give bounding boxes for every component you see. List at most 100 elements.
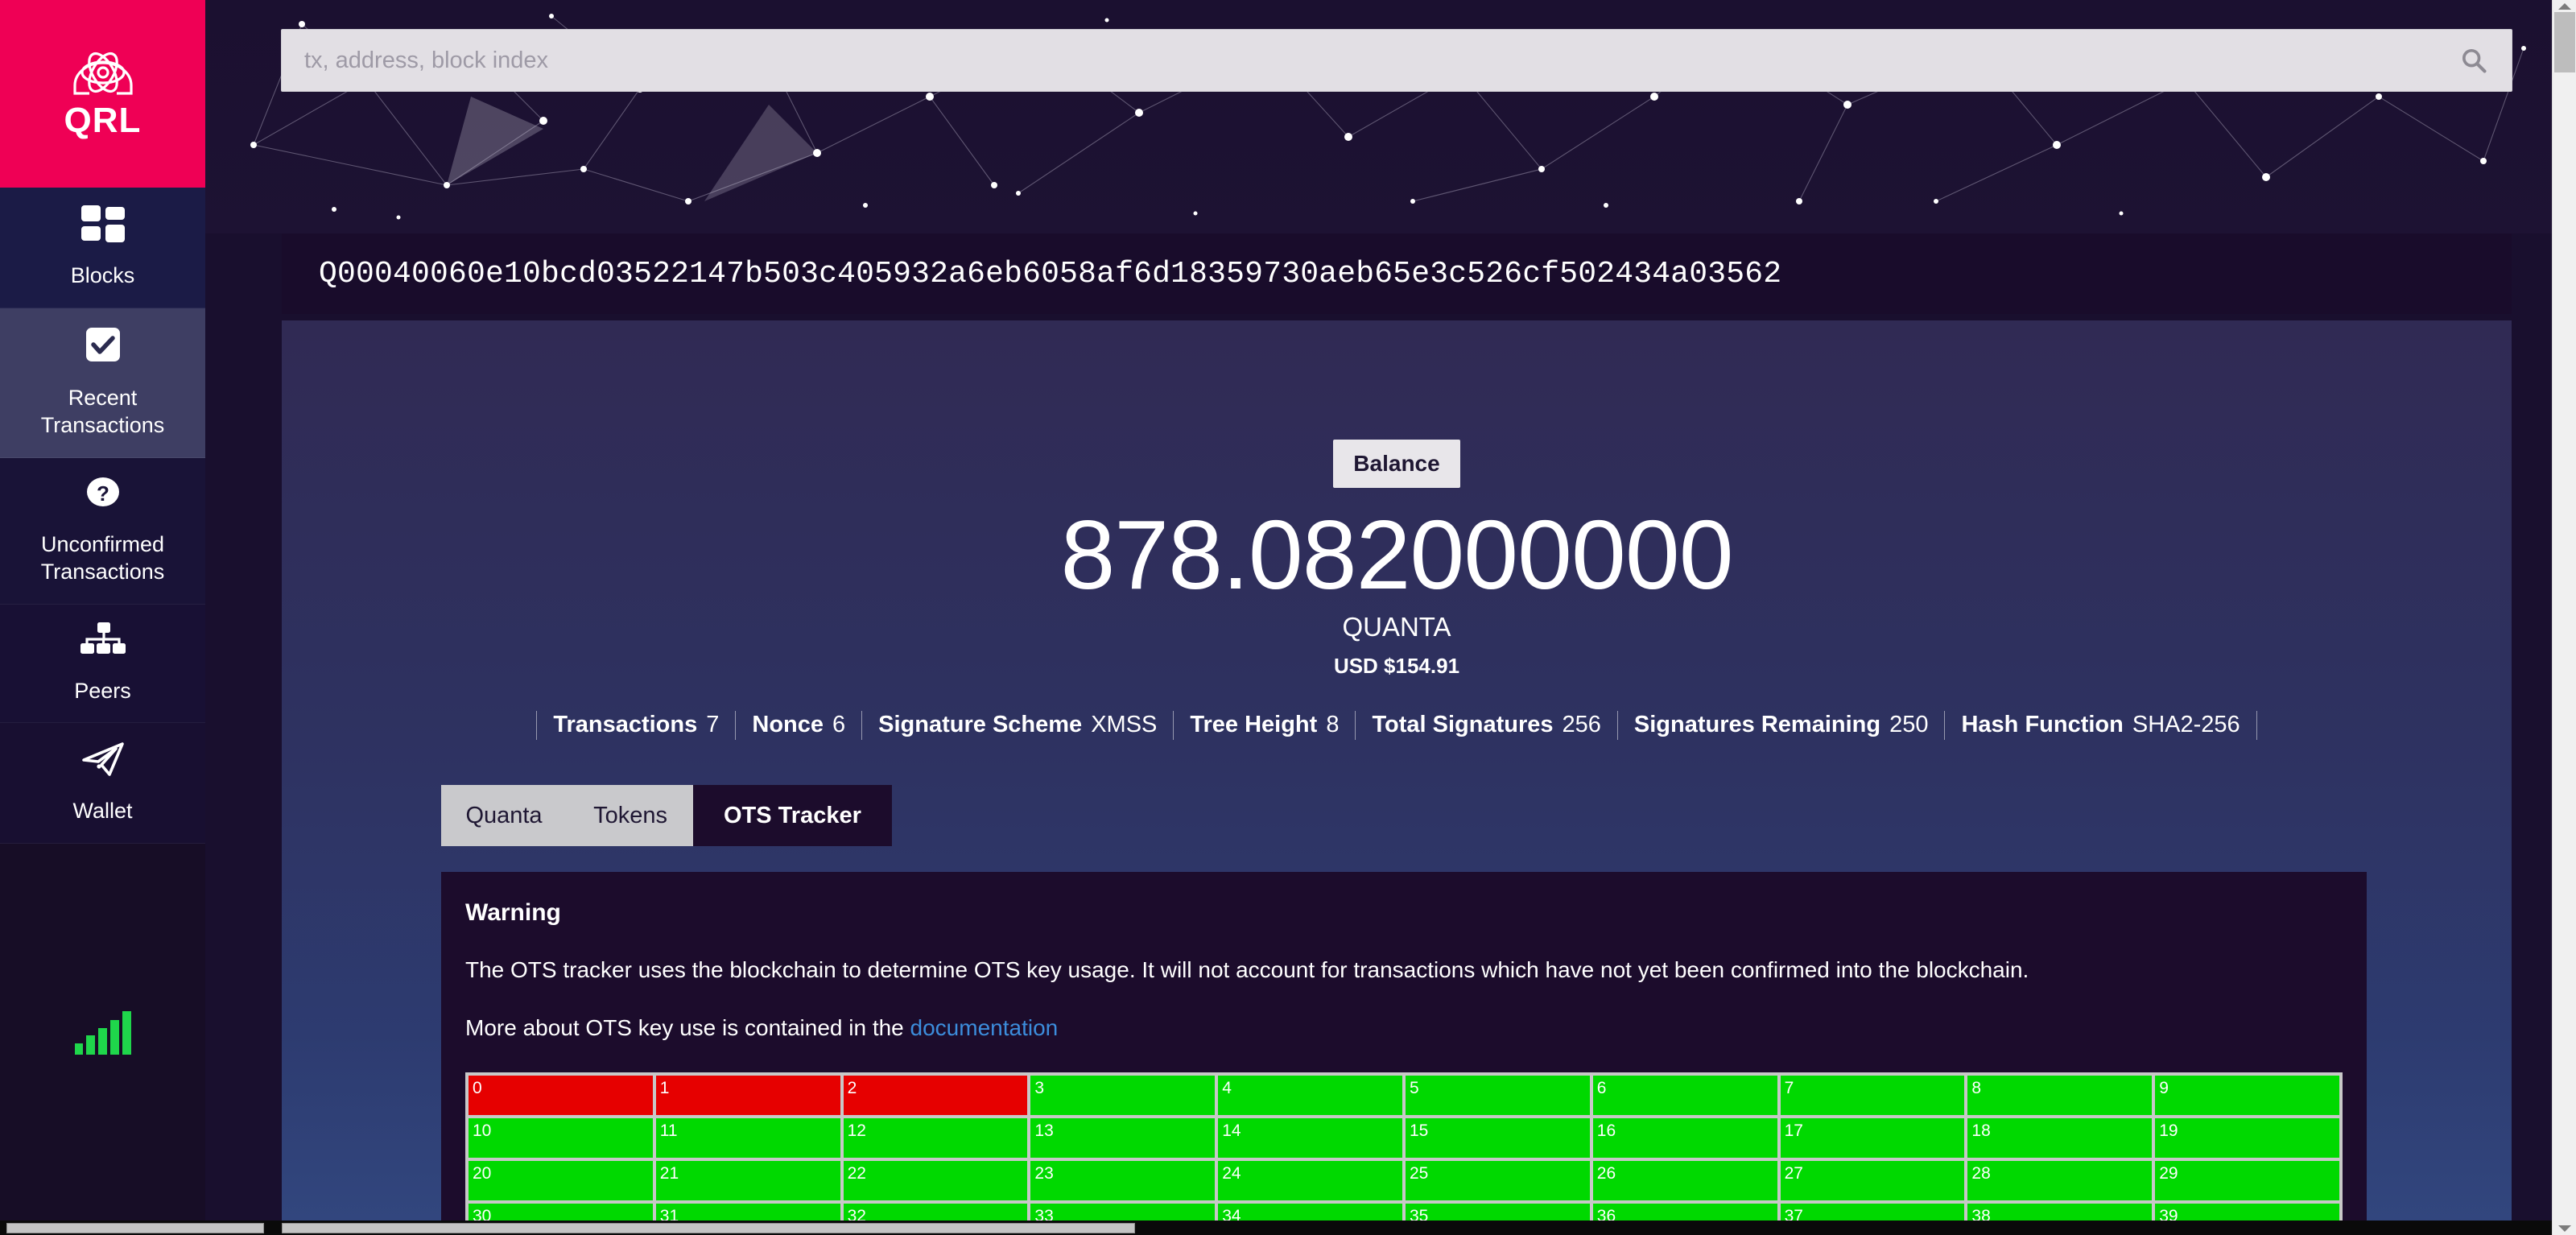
ots-key-cell[interactable]: 22: [843, 1160, 1028, 1200]
ots-key-cell[interactable]: 0: [469, 1075, 653, 1115]
horizontal-scrollbar-thumb-main[interactable]: [282, 1223, 1135, 1233]
ots-key-cell[interactable]: 11: [655, 1117, 840, 1158]
stat-value: XMSS: [1091, 712, 1158, 738]
page-root: QRL Blocks Recent Transactions ? Unconfi…: [0, 0, 2576, 1235]
sidebar-item-wallet[interactable]: Wallet: [0, 723, 205, 844]
stat-label: Tree Height: [1190, 712, 1318, 738]
ots-key-cell[interactable]: 2: [843, 1075, 1028, 1115]
sidebar-item-label: Recent Transactions: [40, 385, 165, 438]
stat-value: 8: [1326, 712, 1340, 738]
sidebar-item-blocks[interactable]: Blocks: [0, 188, 205, 308]
ots-key-cell[interactable]: 27: [1780, 1160, 1965, 1200]
ots-key-cell[interactable]: 25: [1406, 1160, 1590, 1200]
qrl-atom-logo-icon: [72, 52, 133, 95]
stat-value: 250: [1889, 712, 1929, 738]
ots-key-cell[interactable]: 16: [1592, 1117, 1777, 1158]
network-nodes-icon: [80, 622, 126, 663]
ots-key-cell[interactable]: 23: [1030, 1160, 1216, 1200]
balance-badge: Balance: [1333, 440, 1460, 488]
ots-key-cell[interactable]: 9: [2155, 1075, 2339, 1115]
ots-key-cell[interactable]: 24: [1218, 1160, 1402, 1200]
stat-label: Transactions: [553, 712, 698, 738]
ots-key-cell[interactable]: 14: [1218, 1117, 1402, 1158]
stat-label: Signatures Remaining: [1633, 712, 1881, 738]
ots-key-cell[interactable]: 17: [1780, 1117, 1965, 1158]
vertical-scrollbar[interactable]: [2552, 0, 2576, 1235]
ots-key-cell[interactable]: 3: [1030, 1075, 1216, 1115]
stat-label: Total Signatures: [1372, 712, 1554, 738]
documentation-link[interactable]: documentation: [910, 1015, 1059, 1040]
brand-logo[interactable]: QRL: [0, 0, 205, 188]
stat-divider: [2256, 710, 2257, 740]
wallet-address[interactable]: Q00040060e10bcd03522147b503c405932a6eb60…: [319, 257, 1781, 291]
tab-quanta[interactable]: Quanta: [441, 785, 567, 846]
balance-amount: 878.082000000: [1060, 500, 1733, 609]
ots-key-cell[interactable]: 1: [655, 1075, 840, 1115]
stat-value: 256: [1562, 712, 1601, 738]
ots-key-cell[interactable]: 19: [2155, 1117, 2339, 1158]
stat-item: Nonce 6: [736, 712, 861, 738]
ots-key-cell[interactable]: 13: [1030, 1117, 1216, 1158]
tab-tokens[interactable]: Tokens: [568, 785, 693, 846]
address-header: Q00040060e10bcd03522147b503c405932a6eb60…: [282, 233, 2512, 314]
horizontal-scrollbar-thumb-sidebar[interactable]: [6, 1223, 264, 1233]
search-icon[interactable]: [2460, 47, 2487, 74]
documentation-prefix: More about OTS key use is contained in t…: [465, 1015, 910, 1041]
stat-value: 7: [706, 712, 720, 738]
stat-label: Signature Scheme: [878, 712, 1083, 738]
question-circle-icon: ?: [81, 476, 125, 517]
sidebar-item-label: Unconfirmed Transactions: [40, 531, 165, 584]
warning-body: The OTS tracker uses the blockchain to d…: [465, 957, 2029, 982]
documentation-line: More about OTS key use is contained in t…: [465, 1014, 2343, 1043]
account-tabs: Quanta Tokens OTS Tracker: [441, 785, 892, 846]
stat-label: Nonce: [752, 712, 824, 738]
ots-key-cell[interactable]: 4: [1218, 1075, 1402, 1115]
horizontal-scrollbar[interactable]: [0, 1221, 2552, 1235]
sidebar-item-label: Blocks: [70, 263, 135, 287]
ots-key-cell[interactable]: 5: [1406, 1075, 1590, 1115]
sidebar-item-recent-transactions[interactable]: Recent Transactions: [0, 308, 205, 458]
search-bar[interactable]: [282, 30, 2512, 91]
blocks-grid-icon: [80, 205, 125, 248]
ots-key-cell[interactable]: 10: [469, 1117, 653, 1158]
search-input[interactable]: [282, 30, 2512, 91]
stat-item: Total Signatures 256: [1356, 712, 1616, 738]
ots-key-cell[interactable]: 26: [1592, 1160, 1777, 1200]
ots-key-cell[interactable]: 18: [1967, 1117, 2153, 1158]
check-square-icon: [81, 326, 125, 370]
sidebar-item-statistics[interactable]: [0, 843, 205, 1235]
sidebar-item-label: Peers: [74, 678, 131, 703]
main-content: Q00040060e10bcd03522147b503c405932a6eb60…: [205, 0, 2556, 1235]
ots-key-cell[interactable]: 6: [1592, 1075, 1777, 1115]
sidebar-item-unconfirmed-transactions[interactable]: ? Unconfirmed Transactions: [0, 457, 205, 605]
balance-unit: QUANTA: [1342, 611, 1451, 642]
stat-item: Transactions 7: [537, 712, 735, 738]
ots-tracker-panel: Warning The OTS tracker uses the blockch…: [441, 872, 2367, 1235]
stat-label: Hash Function: [1961, 712, 2124, 738]
ots-key-cell[interactable]: 29: [2155, 1160, 2339, 1200]
ots-key-cell[interactable]: 7: [1780, 1075, 1965, 1115]
sidebar-item-peers[interactable]: Peers: [0, 604, 205, 724]
sidebar: QRL Blocks Recent Transactions ? Unconfi…: [0, 0, 205, 1235]
ots-key-cell[interactable]: 21: [655, 1160, 840, 1200]
ots-key-cell[interactable]: 28: [1967, 1160, 2153, 1200]
tab-ots-tracker[interactable]: OTS Tracker: [693, 785, 892, 846]
ots-key-cell[interactable]: 15: [1406, 1117, 1590, 1158]
warning-title: Warning: [465, 899, 561, 926]
account-stats-row: Transactions 7 Nonce 6 Signature Scheme XMSS T…: [282, 710, 2512, 740]
paper-plane-icon: [80, 741, 126, 783]
ots-key-cell[interactable]: 12: [843, 1117, 1028, 1158]
stat-value: SHA2-256: [2132, 712, 2240, 738]
vertical-scrollbar-thumb[interactable]: [2554, 12, 2575, 72]
ots-key-cell[interactable]: 8: [1967, 1075, 2153, 1115]
stat-item: Hash Function SHA2-256: [1945, 712, 2256, 738]
balance-usd-value: USD $154.91: [1333, 653, 1460, 678]
stat-value: 6: [832, 712, 846, 738]
bar-chart-icon: [74, 1005, 132, 1060]
sidebar-item-label: Wallet: [72, 799, 133, 824]
stat-item: Signature Scheme XMSS: [862, 712, 1173, 738]
scroll-down-arrow-icon[interactable]: [2553, 1222, 2576, 1235]
scroll-up-arrow-icon[interactable]: [2553, 0, 2576, 13]
svg-text:?: ?: [97, 481, 109, 506]
ots-key-cell[interactable]: 20: [469, 1160, 653, 1200]
